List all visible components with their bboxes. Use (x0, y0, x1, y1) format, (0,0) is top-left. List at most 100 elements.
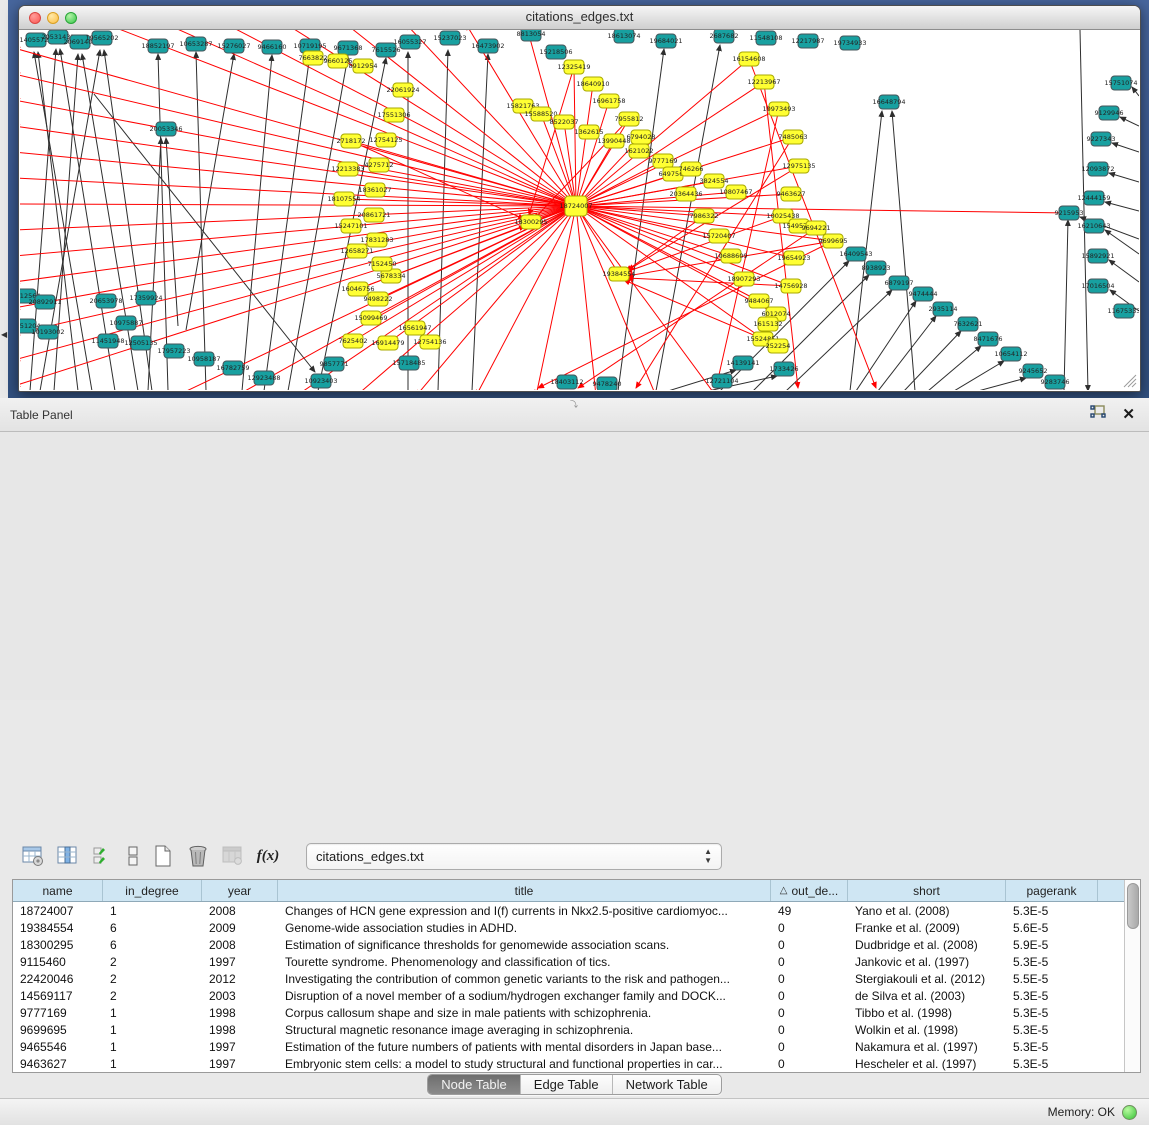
column-header-in_degree[interactable]: in_degree (103, 880, 202, 901)
graph-node[interactable]: 12217987 (791, 34, 824, 48)
graph-node[interactable]: 16154608 (732, 52, 765, 66)
graph-node[interactable]: 15718485 (392, 356, 425, 370)
graph-node[interactable]: 19384554 (602, 267, 635, 281)
graph-node[interactable]: 1621022 (625, 144, 654, 158)
graph-node[interactable]: 1615132 (754, 317, 783, 331)
column-header-year[interactable]: year (202, 880, 278, 901)
graph-node[interactable]: 15237023 (433, 31, 466, 45)
graph-node[interactable]: 19734933 (833, 36, 866, 50)
graph-node[interactable]: 18613074 (607, 30, 640, 43)
split-resize-grip[interactable]: ⤵ (570, 399, 578, 410)
graph-node[interactable]: 12975135 (782, 159, 815, 173)
graph-node[interactable]: 12325419 (557, 60, 590, 74)
graph-node[interactable]: 9463627 (777, 187, 806, 201)
graph-node[interactable]: 18640910 (576, 77, 609, 91)
graph-node[interactable]: 18403112 (550, 375, 583, 389)
graph-node[interactable]: 8813054 (517, 30, 546, 41)
graph-node[interactable]: 14756928 (774, 279, 807, 293)
table-row[interactable]: 1872400712008Changes of HCN gene express… (13, 902, 1124, 919)
float-panel-icon[interactable] (1090, 405, 1106, 424)
graph-node[interactable]: 22061924 (386, 83, 419, 97)
graph-node[interactable]: 18300295 (514, 215, 547, 229)
graph-node[interactable]: 8471676 (974, 332, 1003, 346)
graph-node[interactable]: 14139141 (726, 356, 759, 370)
graph-node[interactable]: 19654923 (777, 251, 810, 265)
column-header-pagerank[interactable]: pagerank (1006, 880, 1098, 901)
graph-node[interactable]: 20653978 (89, 294, 122, 308)
table-row[interactable]: 911546021997Tourette syndrome. Phenomeno… (13, 953, 1124, 970)
rows-icon[interactable] (125, 843, 141, 869)
graph-node[interactable]: 10193002 (31, 325, 64, 339)
table-column-icon[interactable] (55, 843, 81, 869)
graph-node[interactable]: 9245652 (1019, 364, 1048, 378)
select-checks-icon[interactable] (90, 843, 116, 869)
graph-node[interactable]: 9498222 (364, 292, 393, 306)
graph-node[interactable]: 17957223 (157, 344, 190, 358)
graph-node[interactable]: 12505135 (124, 336, 157, 350)
graph-node[interactable]: 7955812 (615, 112, 644, 126)
graph-node[interactable]: 2935114 (929, 302, 958, 316)
graph-node[interactable]: 16473902 (471, 39, 504, 53)
graph-node[interactable]: 12754125 (369, 133, 402, 147)
graph-node[interactable]: 8912954 (349, 59, 378, 73)
table-row[interactable]: 977716911998Corpus callosum shape and si… (13, 1004, 1124, 1021)
graph-node[interactable]: 6794028 (627, 130, 656, 144)
graph-node[interactable]: 8522037 (550, 115, 579, 129)
graph-node[interactable]: 12213967 (747, 75, 780, 89)
graph-node[interactable]: 12444159 (1077, 191, 1110, 205)
graph-node[interactable]: 16782759 (216, 361, 249, 375)
graph-node[interactable]: 9283746 (1041, 375, 1070, 389)
column-header-out_de[interactable]: △out_de... (771, 880, 848, 901)
graph-node[interactable]: 9227343 (1087, 132, 1116, 146)
graph-node[interactable]: 746266 (679, 162, 704, 176)
graph-node[interactable]: 16561947 (398, 321, 431, 335)
network-canvas[interactable]: 1405572420531432206914061956520218852197… (20, 30, 1139, 390)
graph-node[interactable]: 17016504 (1081, 279, 1114, 293)
column-header-title[interactable]: title (278, 880, 771, 901)
table-row[interactable]: 2242004622012Investigating the contribut… (13, 970, 1124, 987)
graph-node[interactable]: 15218506 (539, 45, 572, 59)
graph-node[interactable]: 9857771 (320, 357, 349, 371)
graph-node[interactable]: 2718172 (337, 134, 366, 148)
column-header-name[interactable]: name (13, 880, 103, 901)
table-settings-icon[interactable] (20, 843, 46, 869)
graph-node[interactable]: 3824554 (700, 174, 729, 188)
trash-icon[interactable] (185, 843, 211, 869)
graph-node[interactable]: 15247101 (334, 219, 367, 233)
graph-node[interactable]: 4275712 (365, 158, 394, 172)
sidebar-collapse-arrow[interactable]: ◀ (1, 330, 7, 339)
tab-network-table[interactable]: Network Table (613, 1075, 721, 1094)
graph-node[interactable]: 2687682 (710, 30, 739, 43)
graph-node[interactable]: 7152450 (368, 257, 397, 271)
graph-node[interactable]: 7485063 (779, 130, 808, 144)
graph-node[interactable]: 9699695 (819, 234, 848, 248)
graph-node[interactable]: 17359924 (129, 291, 162, 305)
close-panel-icon[interactable]: ✕ (1122, 407, 1135, 422)
graph-node[interactable]: 11675333 (1107, 304, 1139, 318)
graph-node[interactable]: 9671368 (334, 41, 363, 55)
graph-node[interactable]: 16914479 (371, 336, 404, 350)
graph-node[interactable]: 10653287 (179, 37, 212, 51)
graph-node[interactable]: 10688609 (714, 249, 747, 263)
table-row[interactable]: 1830029562008Estimation of significance … (13, 936, 1124, 953)
graph-node[interactable]: 10923403 (304, 374, 337, 388)
graph-node[interactable]: 20053346 (149, 122, 182, 136)
table-row[interactable]: 1938455462009Genome-wide association stu… (13, 919, 1124, 936)
function-icon[interactable]: f(x) (255, 843, 281, 869)
tab-edge-table[interactable]: Edge Table (521, 1075, 613, 1094)
vertical-scrollbar[interactable] (1124, 880, 1140, 1072)
window-titlebar[interactable]: citations_edges.txt (19, 6, 1140, 30)
graph-node[interactable]: 9478240 (593, 377, 622, 390)
graph-node[interactable]: 11451948 (91, 334, 124, 348)
graph-node[interactable]: 15720407 (702, 229, 735, 243)
graph-node[interactable]: 9694221 (802, 221, 831, 235)
graph-node[interactable]: 9777169 (649, 154, 678, 168)
table-row[interactable]: 946554611997Estimation of the future num… (13, 1038, 1124, 1055)
graph-node[interactable]: 20861721 (357, 208, 390, 222)
graph-node[interactable]: 7632621 (954, 317, 983, 331)
graph-node[interactable]: 18852197 (141, 39, 174, 53)
graph-node[interactable]: 7625402 (339, 334, 368, 348)
graph-node[interactable]: 9466160 (258, 40, 287, 54)
graph-node[interactable]: 10654112 (994, 347, 1027, 361)
graph-node[interactable]: 10975887 (109, 316, 142, 330)
